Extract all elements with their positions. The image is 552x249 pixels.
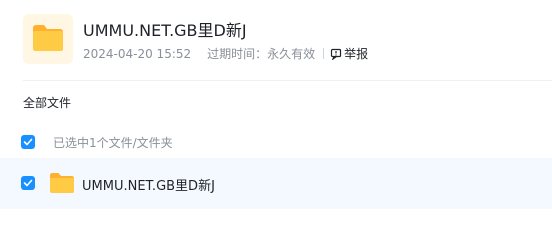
meta-divider <box>323 48 325 59</box>
check-icon <box>23 138 33 146</box>
report-label: 举报 <box>344 47 369 61</box>
report-button[interactable]: 举报 <box>330 45 368 62</box>
check-icon <box>23 179 33 187</box>
file-checkbox[interactable] <box>21 176 35 190</box>
file-row[interactable]: UMMU.NET.GB里D新J <box>0 158 552 209</box>
share-date: 2024-04-20 15:52 <box>83 46 192 61</box>
header-divider <box>23 80 552 81</box>
report-icon <box>331 48 342 60</box>
breadcrumb-all-files[interactable]: 全部文件 <box>23 94 71 111</box>
folder-icon <box>50 173 74 193</box>
share-meta: 2024-04-20 15:52 过期时间：永久有效 举报 <box>83 45 368 62</box>
share-folder-icon <box>23 14 73 64</box>
selection-bar: 已选中1个文件/文件夹 <box>0 127 552 157</box>
share-header: UMMU.NET.GB里D新J 2024-04-20 15:52 过期时间：永久… <box>0 0 552 80</box>
select-all-checkbox[interactable] <box>21 135 35 149</box>
selection-count: 已选中1个文件/文件夹 <box>53 136 173 150</box>
share-expire: 过期时间：永久有效 <box>207 47 316 61</box>
share-title: UMMU.NET.GB里D新J <box>83 21 247 40</box>
file-name[interactable]: UMMU.NET.GB里D新J <box>82 175 215 194</box>
